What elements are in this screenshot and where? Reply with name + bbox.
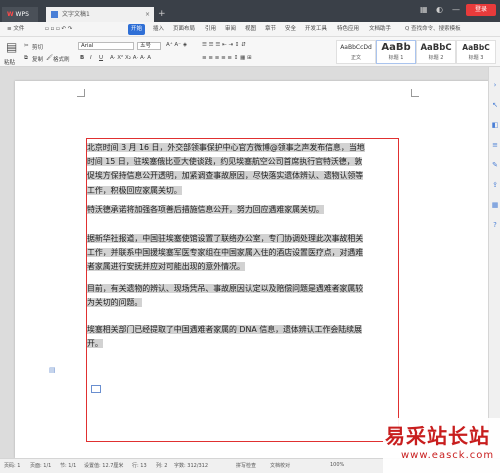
copy-icon[interactable]: ⧉: [24, 55, 28, 62]
panel-share-icon[interactable]: ⇪: [491, 181, 499, 189]
status-col: 列: 2: [156, 463, 168, 469]
status-row: 行: 13: [132, 463, 147, 469]
style-normal[interactable]: AaBbCcDd 正文: [336, 40, 376, 64]
status-section: 节: 1/1: [60, 463, 77, 469]
cut-button[interactable]: 剪切: [32, 43, 43, 51]
panel-format-icon[interactable]: ◧: [491, 121, 499, 129]
format-painter-icon[interactable]: 🖌: [46, 55, 53, 61]
skin-icon[interactable]: ◐: [436, 5, 443, 14]
paragraph-2[interactable]: 特沃德承诺将加强各项善后措施信息公开，努力回应遇难家属关切。: [87, 203, 398, 217]
watermark-title: 易采站长站: [385, 424, 490, 448]
page-corner-mark: [411, 89, 419, 97]
menu-review[interactable]: 审阅: [222, 24, 239, 35]
doc-proofread-button[interactable]: 文档校对: [270, 462, 290, 469]
panel-style-icon[interactable]: ≡: [491, 141, 499, 149]
text-format-icons[interactable]: A· X² X₂ A· A· A: [110, 55, 151, 61]
italic-button[interactable]: I: [90, 55, 92, 61]
document-tab-label: 文字文稿1: [62, 11, 90, 18]
menu-doc-assistant[interactable]: 文档助手: [366, 24, 394, 35]
bold-button[interactable]: B: [80, 55, 84, 61]
menu-special-apps[interactable]: 特色应用: [334, 24, 362, 35]
site-watermark: 易采站长站 www.easck.com: [383, 418, 500, 473]
grid-icon[interactable]: ▦: [420, 5, 428, 14]
panel-select-icon[interactable]: ↖: [491, 101, 499, 109]
new-tab-button[interactable]: +: [158, 7, 166, 22]
panel-table-icon[interactable]: ▦: [491, 201, 499, 209]
status-words[interactable]: 字数: 312/312: [174, 462, 208, 469]
paste-button[interactable]: 粘贴: [4, 58, 15, 66]
style-heading-1[interactable]: AaBb 标题 1: [376, 40, 416, 64]
page-corner-mark: [77, 89, 85, 97]
panel-edit-icon[interactable]: ✎: [491, 161, 499, 169]
menu-view[interactable]: 视图: [242, 24, 259, 35]
style-heading-2[interactable]: AaBbC 标题 2: [416, 40, 456, 64]
panel-arrow-icon[interactable]: ›: [491, 81, 499, 89]
document-workspace: 北京时间 3 月 16 日，外交部领事保护中心官方微博@领事之声发布信息，当地 …: [0, 67, 489, 458]
menu-cut-icons[interactable]: ▫ ▫ ▫ ↶ ↷: [42, 24, 75, 35]
menu-security[interactable]: 安全: [282, 24, 299, 35]
font-name-select[interactable]: Arial: [78, 42, 134, 50]
align-icons[interactable]: ≡ ≡ ≡ ≡ ≡ ↕ ▦ ⊞: [202, 55, 252, 61]
underline-button[interactable]: U: [99, 55, 103, 61]
menu-insert[interactable]: 插入: [150, 24, 167, 35]
status-pages: 页面: 1/1: [30, 463, 52, 469]
paragraph-5[interactable]: 埃塞相关部门已经提取了中国遇难者家属的 DNA 信息，遗体辨认工作会陆续展 开。: [87, 323, 398, 351]
style-heading-3[interactable]: AaBbC 标题 3: [456, 40, 496, 64]
menu-developer[interactable]: 开发工具: [302, 24, 330, 35]
minimize-icon[interactable]: —: [452, 5, 460, 14]
ribbon-toolbar: ▤ 粘贴 ✂ 剪切 ⧉ 复制 🖌 格式刷 Arial 五号 A⁺ A⁻ ◈ B …: [0, 37, 500, 67]
zoom-level[interactable]: 100%: [330, 462, 344, 468]
document-page[interactable]: 北京时间 3 月 16 日，外交部领事保护中心官方微博@领事之声发布信息，当地 …: [15, 81, 489, 458]
document-icon: [51, 11, 58, 18]
format-painter-button[interactable]: 格式刷: [53, 55, 70, 63]
close-tab-icon[interactable]: ×: [145, 7, 150, 22]
right-side-panel[interactable]: › ↖ ◧ ≡ ✎ ⇪ ▦ ?: [488, 67, 500, 458]
paragraph-4[interactable]: 目前，有关遗物的辨认、现场凭吊、事故原因认定以及赔偿问题是遇难者家属较 为关切的…: [87, 282, 398, 310]
watermark-url: www.easck.com: [401, 450, 495, 461]
title-bar: W WPS 文字文稿1 × + ▦ ◐ — 登录: [0, 0, 500, 22]
panel-help-icon[interactable]: ?: [491, 221, 499, 229]
menu-home[interactable]: 开始: [128, 24, 146, 35]
status-page-num: 页码: 1: [4, 463, 21, 469]
menu-chapter[interactable]: 章节: [262, 24, 279, 35]
font-size-select[interactable]: 五号: [137, 42, 161, 50]
login-badge[interactable]: 登录: [466, 4, 496, 16]
cut-icon[interactable]: ✂: [24, 43, 29, 49]
command-search[interactable]: Q 查找命令、搜索模板: [405, 24, 461, 32]
list-icons[interactable]: ☰ ☰ ☰ ⇤ ⇥ ↕ ⇵: [202, 42, 246, 48]
status-setting: 设置值: 12.7厘米: [84, 463, 124, 469]
menu-page-layout[interactable]: 页面布局: [170, 24, 198, 35]
selected-text-frame[interactable]: 北京时间 3 月 16 日，外交部领事保护中心官方微博@领事之声发布信息，当地 …: [86, 138, 399, 442]
paragraph-anchor-icon[interactable]: ▤: [49, 366, 56, 374]
app-tab-label: WPS: [15, 11, 29, 18]
layout-options-icon[interactable]: [91, 385, 101, 393]
spell-check-toggle[interactable]: 拼写检查: [236, 462, 256, 469]
menu-bar: ≡ 文件 ▫ ▫ ▫ ↶ ↷ 开始 插入 页面布局 引用 审阅 视图 章节 安全…: [0, 22, 500, 37]
paragraph-3[interactable]: 据新华社报道，中国驻埃塞使馆设置了联络办公室，专门协调处理此次事故相关 工作，并…: [87, 232, 398, 275]
document-tab[interactable]: 文字文稿1 ×: [46, 7, 154, 22]
wps-app-tab[interactable]: W WPS: [2, 7, 38, 22]
paste-icon[interactable]: ▤: [6, 40, 17, 54]
menu-file[interactable]: ≡ 文件: [4, 24, 27, 35]
copy-button[interactable]: 复制: [32, 55, 43, 63]
wps-logo-icon: W: [7, 11, 14, 18]
menu-references[interactable]: 引用: [202, 24, 219, 35]
font-size-buttons[interactable]: A⁺ A⁻ ◈: [166, 42, 187, 48]
paragraph-1[interactable]: 北京时间 3 月 16 日，外交部领事保护中心官方微博@领事之声发布信息，当地 …: [87, 141, 398, 198]
